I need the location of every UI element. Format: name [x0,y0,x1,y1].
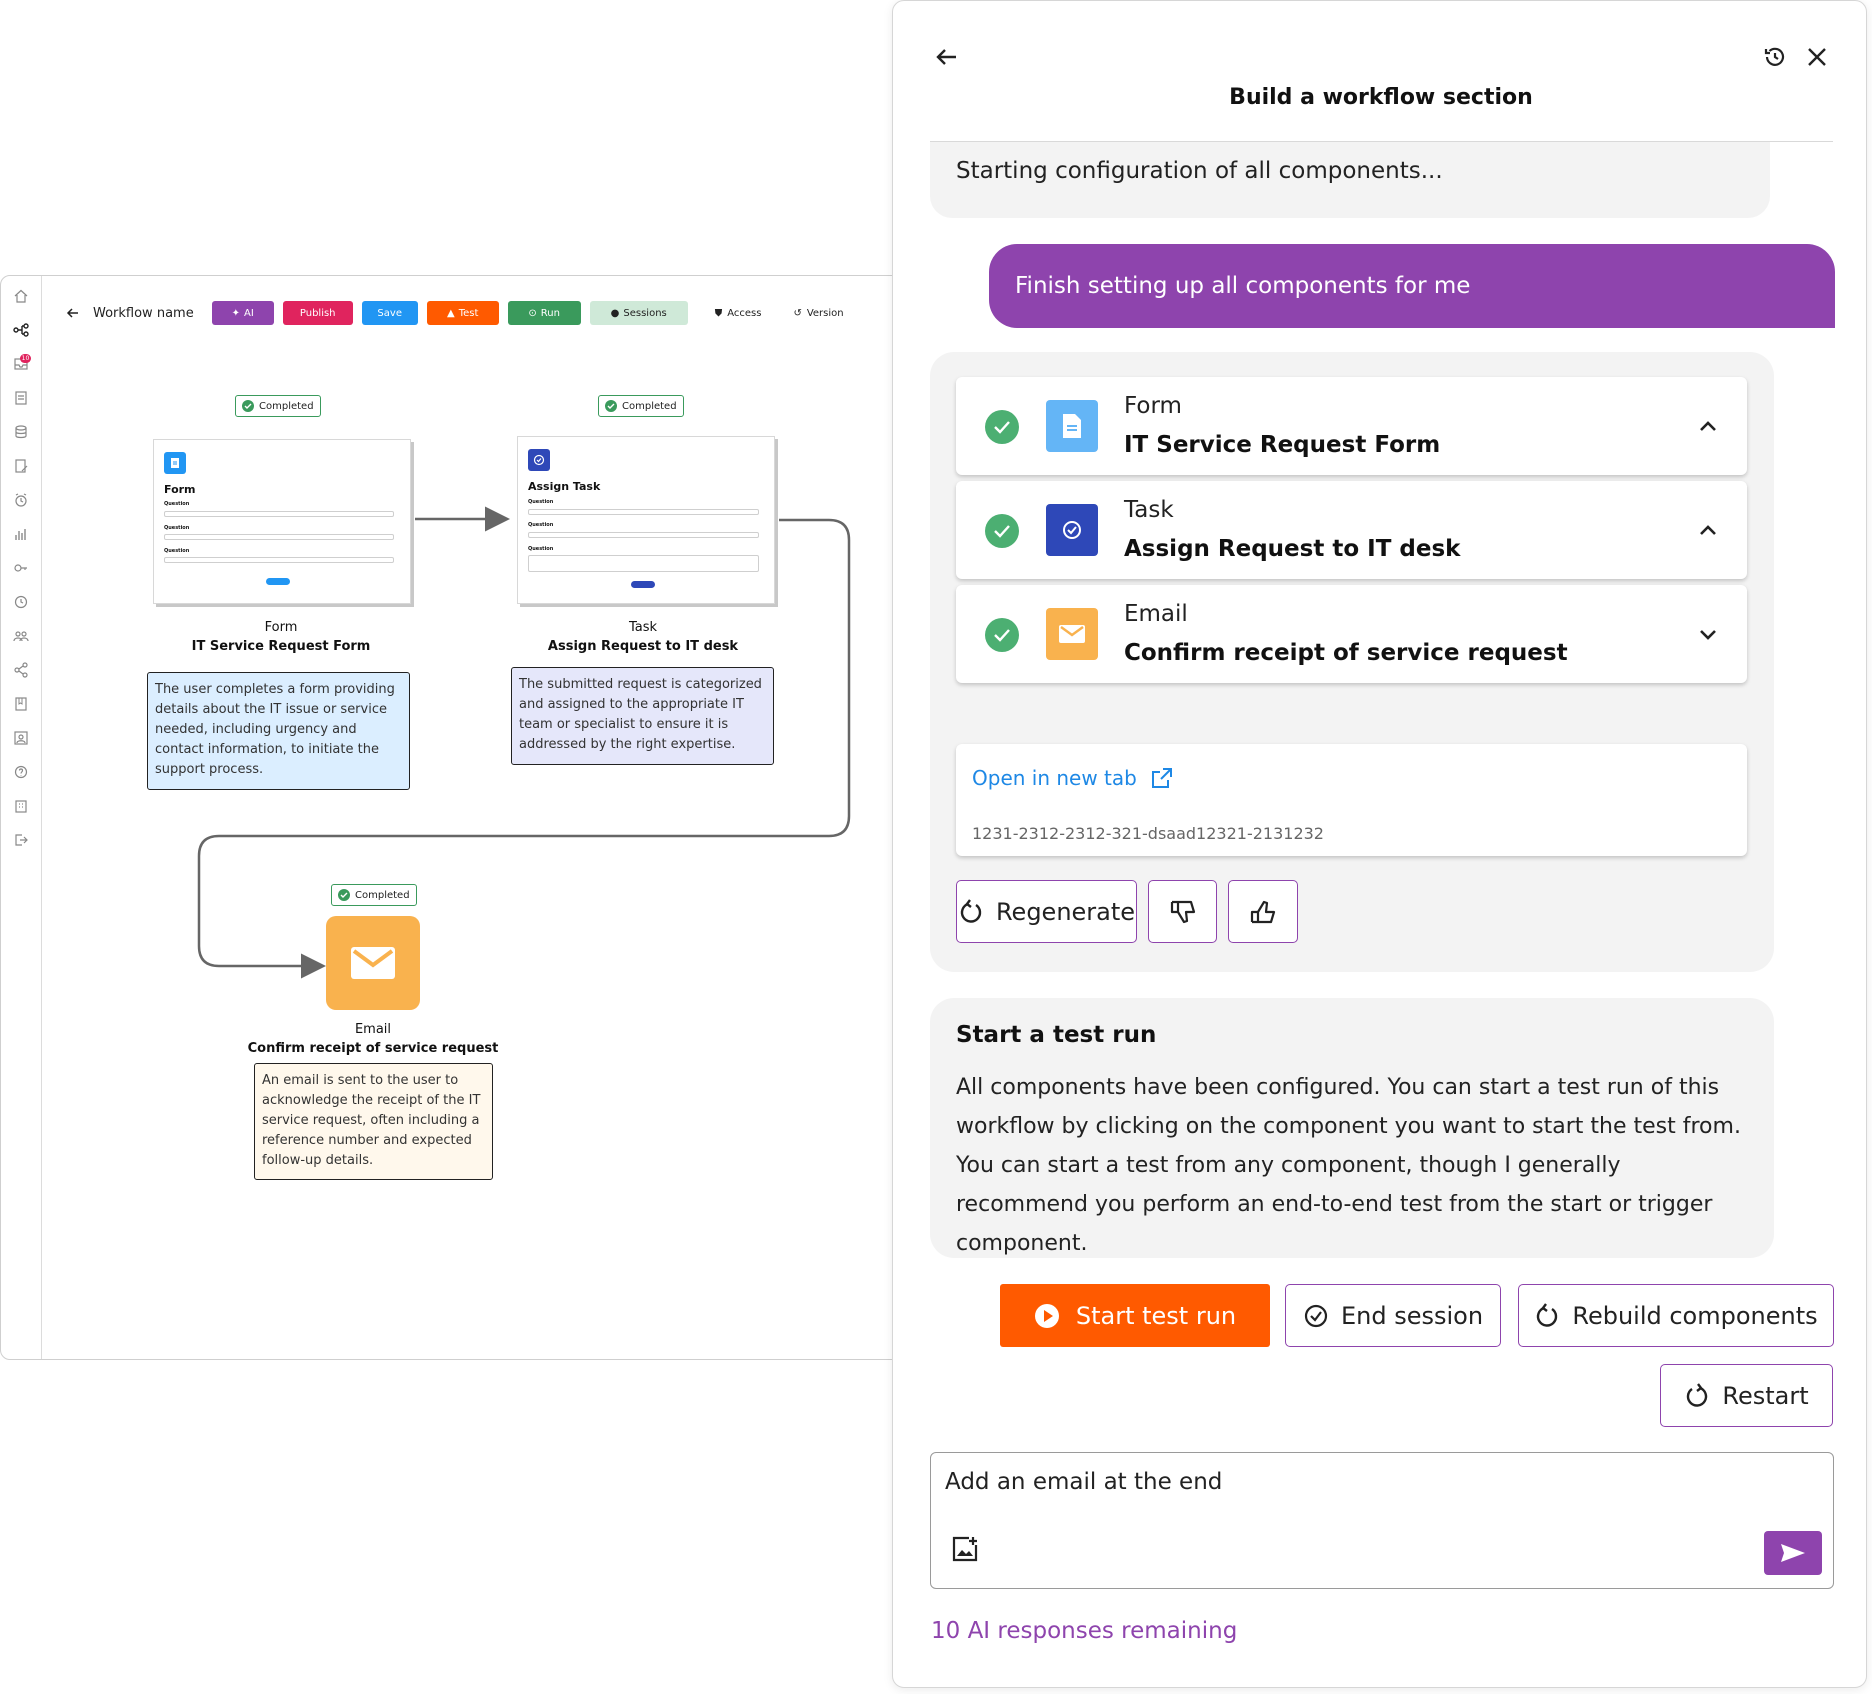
component-type: Task [1124,497,1174,523]
document-icon [164,452,186,474]
question-label: Question [528,546,554,552]
component-id: 1231-2312-2312-321-dsaad12321-2131232 [972,824,1324,843]
restart-button[interactable]: Restart [1660,1364,1833,1427]
envelope-icon [351,947,395,979]
external-link-icon [1151,768,1172,788]
check-icon [242,400,254,412]
restart-icon [1687,1382,1708,1407]
test-run-title: Start a test run [956,1022,1157,1048]
task-check-icon [528,449,550,471]
thumbs-down-icon [1170,900,1195,923]
status-badge: Completed [598,395,684,417]
task-check-icon [1046,504,1098,556]
send-icon [1781,1544,1805,1562]
question-field [164,534,394,540]
back-arrow-icon[interactable] [933,43,961,71]
task-node-description: The submitted request is categorized and… [511,667,774,765]
email-node-description: An email is sent to the user to acknowle… [254,1063,493,1180]
regenerate-button[interactable]: Regenerate [956,880,1137,943]
form-node-card[interactable]: Form Question Question Question [153,439,411,604]
component-row-task[interactable]: Task Assign Request to IT desk [956,481,1747,579]
question-field [164,557,394,563]
start-test-run-button[interactable]: Start test run [1000,1284,1270,1347]
email-node[interactable] [326,916,420,1010]
check-icon [338,889,350,901]
question-field [528,509,759,515]
component-name: Assign Request to IT desk [1124,536,1461,562]
component-type: Form [1124,393,1182,419]
question-field [528,532,759,538]
question-label: Question [164,525,190,531]
task-node-caption: Task Assign Request to IT desk [547,620,739,654]
chevron-down-icon[interactable] [1695,621,1721,647]
chat-thread[interactable]: Starting configuration of all components… [893,142,1866,1442]
add-image-icon[interactable] [951,1535,979,1563]
chat-input[interactable]: Add an email at the end [930,1452,1834,1589]
question-label: Question [164,548,190,554]
email-component-details: Open in new tab 1231-2312-2312-321-dsaad… [956,744,1747,856]
submit-pill [266,578,290,585]
workflow-editor: 10 Workflow name ✦ AI Publish Save ▲ Test … [0,275,900,1360]
check-circle-icon [1304,1304,1328,1327]
task-node-card[interactable]: Assign Task Question Question Question [517,436,775,604]
chevron-up-icon[interactable] [1695,413,1721,439]
check-icon [985,618,1019,652]
status-badge: Completed [235,395,321,417]
refresh-icon [1537,1302,1558,1327]
component-name: Confirm receipt of service request [1124,640,1568,666]
rebuild-components-button[interactable]: Rebuild components [1518,1284,1834,1347]
thumbs-down-button[interactable] [1148,880,1217,943]
open-in-new-tab-link[interactable]: Open in new tab [972,766,1173,790]
card-title: Form [164,483,196,496]
question-label: Question [528,499,554,505]
status-badge: Completed [331,884,417,906]
assistant-response-card: Form IT Service Request Form Task Assign… [930,352,1774,972]
component-type: Email [1124,601,1188,627]
component-row-form[interactable]: Form IT Service Request Form [956,377,1747,475]
assistant-message: Starting configuration of all components… [930,142,1770,218]
panel-title: Build a workflow section [1229,85,1533,110]
close-icon[interactable] [1803,43,1831,71]
component-row-email[interactable]: Email Confirm receipt of service request [956,585,1747,683]
test-run-body: All components have been configured. You… [956,1075,1741,1256]
check-icon [985,410,1019,444]
chat-input-value[interactable]: Add an email at the end [945,1469,1222,1495]
form-node-description: The user completes a form providing deta… [147,672,410,790]
question-label: Question [528,522,554,528]
check-icon [985,514,1019,548]
component-name: IT Service Request Form [1124,432,1441,458]
envelope-icon [1046,608,1098,660]
document-icon [1046,400,1098,452]
send-button[interactable] [1764,1531,1822,1575]
form-node-caption: Form IT Service Request Form [191,620,371,654]
history-icon[interactable] [1761,43,1789,71]
end-session-button[interactable]: End session [1285,1284,1501,1347]
ai-builder-panel: Build a workflow section Starting config… [892,0,1867,1688]
question-field [528,555,759,572]
test-run-message: Start a test run All components have bee… [930,998,1774,1258]
play-circle-icon [1034,1303,1059,1328]
thumbs-up-icon [1250,900,1276,923]
thumbs-up-button[interactable] [1228,880,1298,943]
ai-responses-remaining: 10 AI responses remaining [931,1618,1238,1644]
user-message: Finish setting up all components for me [989,244,1835,328]
chevron-up-icon[interactable] [1695,517,1721,543]
refresh-icon [960,898,982,923]
question-label: Question [164,501,190,507]
email-node-caption: Email Confirm receipt of service request [247,1022,499,1056]
question-field [164,511,394,517]
check-icon [605,400,617,412]
submit-pill [631,581,655,588]
card-title: Assign Task [528,480,601,493]
